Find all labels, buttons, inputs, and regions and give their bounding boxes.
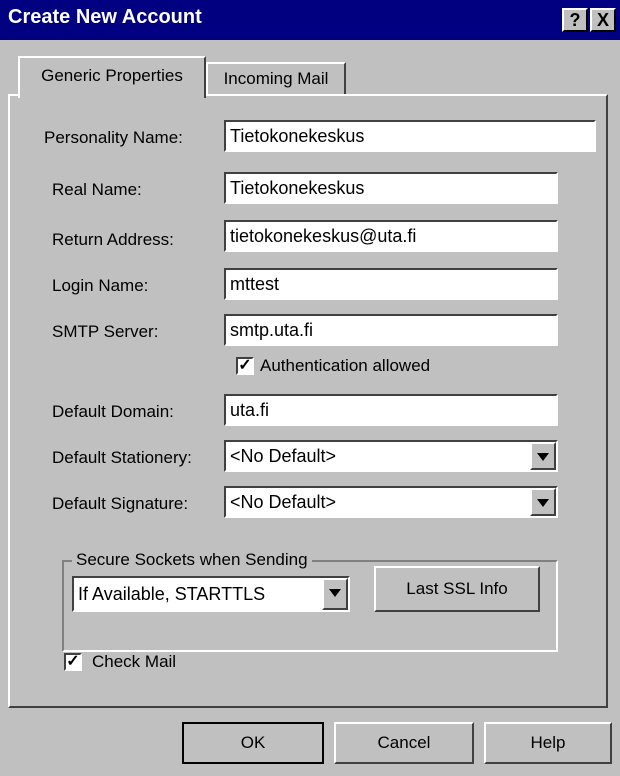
ssl-mode-select[interactable]: If Available, STARTTLS [72,576,350,612]
signature-value: <No Default> [230,492,337,512]
ok-button[interactable]: OK [182,722,324,764]
return-address-label: Return Address: [52,230,174,249]
help-button[interactable]: Help [484,722,612,764]
check-mail-checkbox[interactable]: ✓ [64,653,82,671]
check-mail-label: Check Mail [92,652,177,671]
stationery-value: <No Default> [230,446,337,466]
login-name-input[interactable]: mttest [224,268,558,300]
authentication-checkbox[interactable]: ✓ [236,357,254,375]
tab-label: Incoming Mail [223,69,329,88]
tab-incoming-mail[interactable]: Incoming Mail [206,62,346,98]
secure-sockets-group-title: Secure Sockets when Sending [72,550,312,570]
default-signature-label: Default Signature: [52,494,189,513]
login-name-label: Login Name: [52,276,149,295]
title-bar[interactable]: Create New Account ? X [0,0,620,40]
default-domain-label: Default Domain: [52,402,174,421]
ssl-mode-value: If Available, STARTTLS [78,584,266,604]
personality-name-input[interactable]: Tietokonekeskus [224,120,596,152]
personality-name-label: Personality Name: [44,128,183,147]
default-domain-input[interactable]: uta.fi [224,394,558,426]
last-ssl-info-button[interactable]: Last SSL Info [374,566,540,612]
tab-generic-properties[interactable]: Generic Properties [18,56,206,98]
chevron-down-icon[interactable] [530,442,556,470]
default-stationery-select[interactable]: <No Default> [224,440,558,472]
chevron-down-icon[interactable] [322,578,348,610]
smtp-server-input[interactable]: smtp.uta.fi [224,314,558,346]
default-stationery-label: Default Stationery: [52,448,192,467]
help-title-button[interactable]: ? [562,8,588,32]
chevron-down-icon[interactable] [530,488,556,516]
default-signature-select[interactable]: <No Default> [224,486,558,518]
close-icon[interactable]: X [590,8,616,32]
return-address-input[interactable]: tietokonekeskus@uta.fi [224,220,558,252]
create-account-dialog: Create New Account ? X Generic Propertie… [0,0,620,776]
authentication-label: Authentication allowed [260,356,431,375]
cancel-button[interactable]: Cancel [334,722,474,764]
tab-label: Generic Properties [41,66,183,85]
smtp-server-label: SMTP Server: [52,322,159,341]
real-name-input[interactable]: Tietokonekeskus [224,172,558,204]
real-name-label: Real Name: [52,180,142,199]
window-title: Create New Account [8,6,202,28]
